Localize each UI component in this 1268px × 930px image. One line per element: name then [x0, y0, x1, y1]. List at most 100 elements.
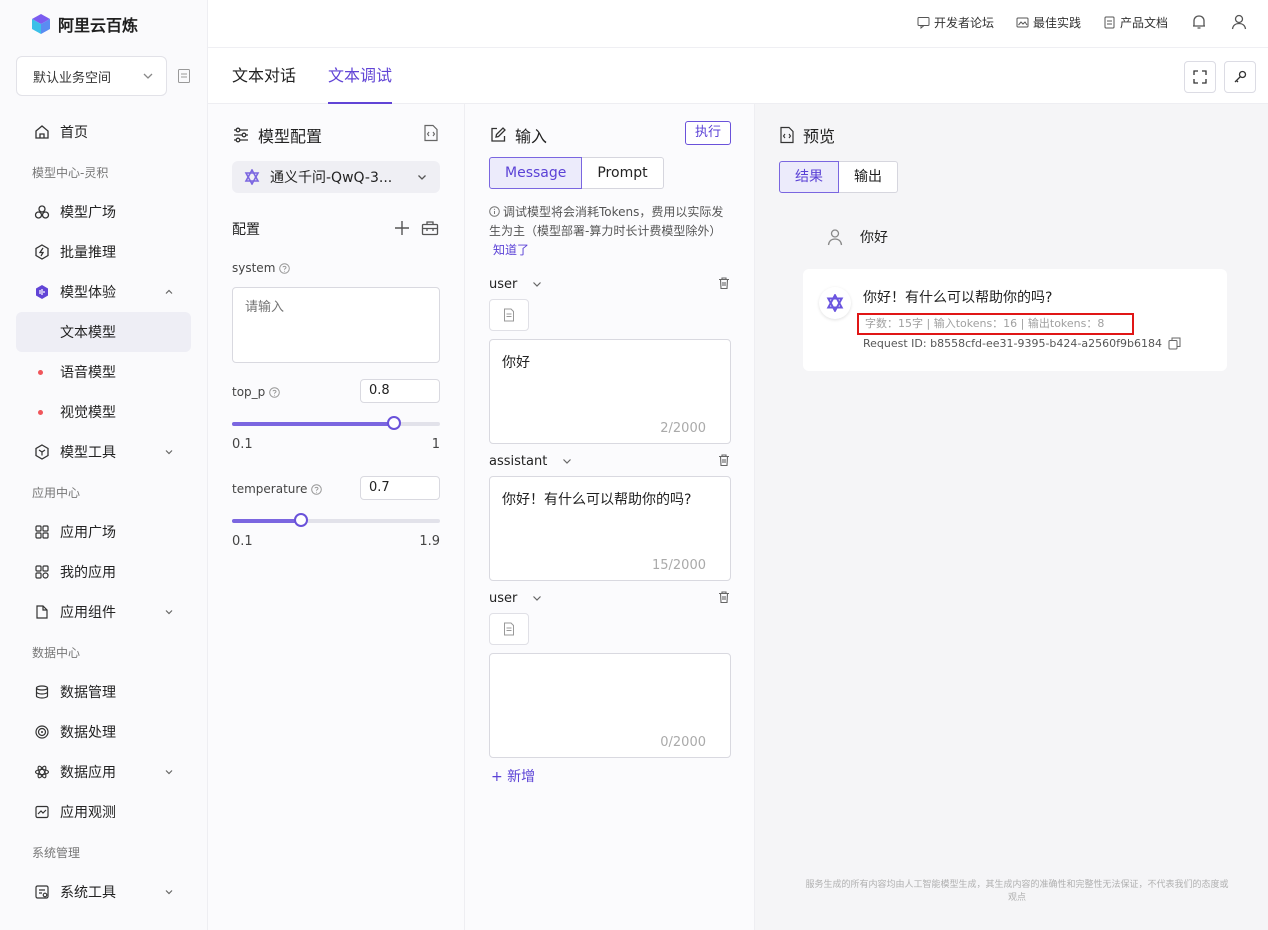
notice-dismiss-link[interactable]: 知道了 [493, 243, 529, 257]
role-select[interactable]: assistant [489, 454, 547, 469]
chevron-up-icon [165, 289, 173, 294]
copy-icon[interactable] [1168, 337, 1181, 350]
trash-icon[interactable] [717, 276, 731, 290]
tab-result[interactable]: 结果 [779, 161, 839, 193]
tab-output[interactable]: 输出 [839, 161, 898, 193]
user-message-text: 你好 [860, 230, 888, 246]
app-logo[interactable]: 阿里云百炼 [30, 12, 138, 36]
sidebar-item-app-components[interactable]: 应用组件 [16, 592, 191, 632]
model-config-panel: 模型配置 通义千问-QwQ-3... 配置 system top_p 0.8 0… [208, 104, 465, 930]
sidebar-group-app-center: 应用中心 [32, 485, 81, 500]
answer-text: 你好！有什么可以帮助你的吗? [863, 290, 1053, 306]
run-button[interactable]: 执行 [685, 121, 731, 145]
top-p-slider[interactable] [232, 416, 440, 430]
sidebar-group-model-center: 模型中心-灵积 [32, 165, 109, 180]
header-link-best-practice[interactable]: 最佳实践 [1016, 14, 1081, 31]
sidebar-item-label: 文本模型 [60, 325, 116, 341]
sidebar-item-model-tools[interactable]: 模型工具 [16, 432, 191, 472]
role-select[interactable]: user [489, 591, 517, 606]
sidebar-item-my-apps[interactable]: 我的应用 [16, 552, 191, 592]
sidebar-item-data-apps[interactable]: 数据应用 [16, 752, 191, 792]
document-icon[interactable] [177, 68, 191, 84]
sidebar-item-vision-model[interactable]: 视觉模型 [16, 392, 191, 432]
trash-icon[interactable] [717, 453, 731, 467]
sidebar-item-model-experience[interactable]: 模型体验 [16, 272, 191, 312]
sidebar-item-model-square[interactable]: 模型广场 [16, 192, 191, 232]
sidebar-item-home[interactable]: 首页 [16, 112, 191, 152]
document-icon [1104, 16, 1115, 28]
chevron-down-icon [165, 890, 173, 895]
temperature-max: 1.9 [419, 534, 440, 549]
top-p-slider-thumb[interactable] [387, 416, 402, 430]
sidebar-item-text-model[interactable]: 文本模型 [16, 312, 191, 352]
api-key-button[interactable] [1224, 61, 1256, 93]
info-icon [489, 206, 500, 217]
sidebar-item-label: 系统工具 [60, 885, 116, 901]
forum-icon [917, 16, 930, 29]
sidebar-item-app-observe[interactable]: 应用观测 [16, 792, 191, 832]
tab-text-debug[interactable]: 文本调试 [328, 48, 393, 104]
message-input[interactable]: 你好 2/2000 [489, 339, 731, 444]
sidebar-item-data-processing[interactable]: 数据处理 [16, 712, 191, 752]
message-role-row: user [489, 274, 731, 294]
my-apps-icon [33, 563, 51, 581]
input-title: 输入 [515, 127, 548, 146]
document-icon [504, 308, 514, 322]
model-select[interactable]: 通义千问-QwQ-3... [232, 161, 440, 193]
ai-disclaimer: 服务生成的所有内容均由人工智能模型生成，其生成内容的准确性和完整性无法保证，不代… [805, 880, 1229, 903]
qwen-logo-icon [244, 169, 260, 185]
sidebar-item-label: 模型工具 [60, 445, 116, 461]
help-circle-icon[interactable] [311, 483, 323, 495]
data-processing-icon [33, 723, 51, 741]
temperature-slider[interactable] [232, 513, 440, 527]
add-message-button[interactable]: + 新增 [491, 766, 535, 786]
top-p-input[interactable]: 0.8 [360, 379, 440, 403]
attach-button[interactable] [489, 613, 529, 645]
help-circle-icon[interactable] [269, 386, 281, 398]
toolbox-icon[interactable] [421, 220, 439, 236]
chevron-down-icon [165, 610, 173, 615]
tab-text-chat[interactable]: 文本对话 [232, 48, 296, 104]
sidebar-group-system: 系统管理 [32, 845, 81, 860]
temperature-input[interactable]: 0.7 [360, 476, 440, 500]
tabs-bar: 文本对话 文本调试 [208, 48, 1268, 104]
sidebar-item-batch-inference[interactable]: 批量推理 [16, 232, 191, 272]
chevron-down-icon[interactable] [531, 278, 543, 290]
help-circle-icon[interactable] [279, 262, 291, 274]
sidebar-item-system-tools[interactable]: 系统工具 [16, 872, 191, 912]
config-section-label: 配置 [232, 222, 260, 238]
attach-button[interactable] [489, 299, 529, 331]
header-link-forum[interactable]: 开发者论坛 [917, 14, 994, 31]
trash-icon[interactable] [717, 590, 731, 604]
model-config-title: 模型配置 [258, 127, 323, 146]
temperature-label-row: temperature [232, 482, 323, 496]
temperature-slider-thumb[interactable] [293, 513, 308, 527]
workspace-select[interactable]: 默认业务空间 [16, 56, 167, 96]
new-dot-badge [38, 370, 43, 375]
chevron-down-icon [143, 73, 153, 79]
mode-prompt-button[interactable]: Prompt [582, 157, 664, 189]
fullscreen-button[interactable] [1184, 61, 1216, 93]
cube-icon [33, 443, 51, 461]
sidebar-nav: 首页 模型中心-灵积 模型广场 批量推理 模型体验 文本模型 语音模型 视觉模型 [16, 112, 191, 912]
sidebar-item-speech-model[interactable]: 语音模型 [16, 352, 191, 392]
plus-icon[interactable] [394, 220, 410, 236]
chevron-down-icon[interactable] [561, 455, 573, 467]
preview-title: 预览 [803, 127, 836, 146]
sidebar-item-app-square[interactable]: 应用广场 [16, 512, 191, 552]
system-prompt-input[interactable] [232, 287, 440, 363]
message-input[interactable]: 你好！有什么可以帮助你的吗? 15/2000 [489, 476, 731, 581]
fullscreen-icon [1193, 70, 1207, 84]
header-link-docs[interactable]: 产品文档 [1103, 14, 1168, 31]
input-header: 输入 [489, 123, 547, 147]
sidebar-item-data-management[interactable]: 数据管理 [16, 672, 191, 712]
key-icon [1234, 70, 1247, 83]
chevron-down-icon[interactable] [531, 592, 543, 604]
code-file-icon[interactable] [423, 124, 439, 142]
mode-message-button[interactable]: Message [489, 157, 583, 189]
role-select[interactable]: user [489, 277, 517, 292]
request-id: Request ID: b8558cfd-ee31-9395-b424-a256… [863, 337, 1162, 350]
user-icon[interactable] [1230, 13, 1248, 31]
message-input[interactable]: 0/2000 [489, 653, 731, 758]
bell-icon[interactable] [1190, 13, 1208, 31]
